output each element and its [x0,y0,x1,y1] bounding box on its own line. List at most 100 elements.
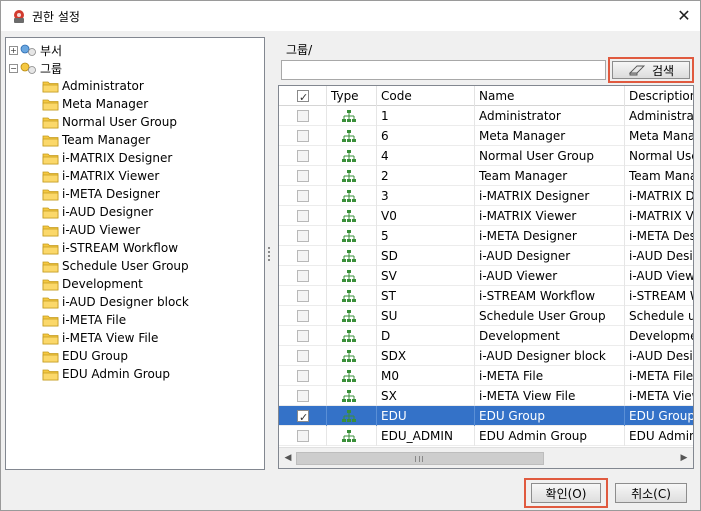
row-select-cell[interactable] [279,226,327,246]
table-row[interactable]: SXi-META View Filei-META View [279,386,693,406]
header-select-all[interactable] [279,86,327,106]
ok-button[interactable]: 확인(O) [531,483,601,503]
tree-node-dept[interactable]: + 부서 [9,41,62,59]
tree-item-group[interactable]: i-AUD Viewer [42,221,140,239]
row-checkbox[interactable] [297,190,309,202]
cancel-button[interactable]: 취소(C) [615,483,687,503]
row-checkbox[interactable] [297,350,309,362]
tree-item-group[interactable]: Administrator [42,77,144,95]
tree-item-group[interactable]: i-META File [42,311,126,329]
table-row[interactable]: V0i-MATRIX Vieweri-MATRIX Viewer [279,206,693,226]
tree-item-group[interactable]: i-AUD Designer [42,203,153,221]
row-select-cell[interactable] [279,286,327,306]
row-select-cell[interactable] [279,306,327,326]
row-checkbox[interactable] [297,390,309,402]
tree-item-group[interactable]: i-META Designer [42,185,160,203]
table-row[interactable]: 3i-MATRIX Designeri-MATRIX Designer [279,186,693,206]
search-button[interactable]: 검색 [612,61,690,79]
row-select-cell[interactable] [279,266,327,286]
tree-item-label: i-META File [62,313,127,327]
row-checkbox[interactable] [297,230,309,242]
tree-item-group[interactable]: EDU Admin Group [42,365,170,383]
search-input[interactable] [281,60,606,80]
description-cell: Team Manager [625,166,693,186]
tree-item-label: i-META View File [62,331,159,345]
row-select-cell[interactable] [279,406,327,426]
column-header-type[interactable]: Type [327,86,377,106]
row-checkbox[interactable] [297,290,309,302]
row-checkbox[interactable] [297,210,309,222]
column-header-description[interactable]: Description [625,86,693,106]
table-row[interactable]: M0 i-META File i-META File [279,366,693,386]
table-row[interactable]: 5i-META Designeri-META Designer [279,226,693,246]
table-row[interactable]: SVi-AUD Vieweri-AUD Viewer [279,266,693,286]
table-row[interactable]: 1AdministratorAdministrator [279,106,693,126]
table-row[interactable]: DDevelopmentDevelopment [279,326,693,346]
tree-item-label: EDU Admin Group [62,367,171,381]
row-checkbox[interactable] [297,310,309,322]
tree-item-group[interactable]: i-MATRIX Designer [42,149,172,167]
tree-item-group[interactable]: EDU Group [42,347,128,365]
table-row[interactable]: EDU_ADMIN EDU Admin Group EDU Admin [279,426,693,446]
tree-node-group[interactable]: − 그룹 [9,59,62,77]
expand-icon[interactable]: + [9,45,18,55]
close-button[interactable]: ✕ [672,4,696,28]
code-cell: SX [377,386,475,406]
table-row[interactable]: STi-STREAM Workflowi-STREAM Workflow [279,286,693,306]
table-row[interactable]: SDi-AUD Designeri-AUD Designer [279,246,693,266]
row-select-cell[interactable] [279,246,327,266]
column-header-name[interactable]: Name [475,86,625,106]
code-cell: 4 [377,146,475,166]
row-checkbox[interactable] [297,430,309,442]
table-row[interactable]: EDUEDU GroupEDU Group [279,406,693,426]
tree-item-group[interactable]: i-MATRIX Viewer [42,167,159,185]
row-checkbox[interactable] [297,130,309,142]
name-cell: EDU Admin Group [475,426,625,446]
tree-item-group[interactable]: Meta Manager [42,95,148,113]
tree-item-group[interactable]: i-META View File [42,329,158,347]
row-select-cell[interactable] [279,206,327,226]
row-checkbox[interactable] [297,250,309,262]
horizontal-scrollbar[interactable]: ◀ ▶ [279,447,693,468]
row-select-cell[interactable] [279,326,327,346]
org-chart-icon [342,370,356,382]
table-row[interactable]: SDXi-AUD Designer blocki-AUD Designer [279,346,693,366]
scroll-thumb[interactable] [296,452,544,465]
row-checkbox[interactable] [297,408,309,426]
row-select-cell[interactable] [279,186,327,206]
tree-item-group[interactable]: Normal User Group [42,113,177,131]
scroll-left-icon[interactable]: ◀ [281,451,295,465]
row-checkbox[interactable] [297,110,309,122]
tree-item-group[interactable]: Development [42,275,143,293]
tree-item-group[interactable]: i-AUD Designer block [42,293,189,311]
collapse-icon[interactable]: − [9,63,18,73]
description-cell: Development [625,326,693,346]
row-select-cell[interactable] [279,426,327,446]
table-row[interactable]: SUSchedule User GroupSchedule user [279,306,693,326]
row-checkbox[interactable] [297,170,309,182]
select-all-checkbox[interactable] [297,88,309,106]
tree-item-group[interactable]: Schedule User Group [42,257,189,275]
tree-item-group[interactable]: i-STREAM Workflow [42,239,178,257]
row-select-cell[interactable] [279,146,327,166]
code-cell: 6 [377,126,475,146]
name-cell: i-MATRIX Viewer [475,206,625,226]
row-select-cell[interactable] [279,106,327,126]
row-select-cell[interactable] [279,386,327,406]
row-select-cell[interactable] [279,126,327,146]
row-select-cell[interactable] [279,366,327,386]
tree-item-group[interactable]: Team Manager [42,131,150,149]
row-checkbox[interactable] [297,330,309,342]
table-row[interactable]: 6Meta ManagerMeta Manager [279,126,693,146]
row-select-cell[interactable] [279,346,327,366]
table-row[interactable]: 4Normal User GroupNormal User Group [279,146,693,166]
row-select-cell[interactable] [279,166,327,186]
row-checkbox[interactable] [297,270,309,282]
tree-item-label: Administrator [62,79,144,93]
column-header-code[interactable]: Code [377,86,475,106]
row-checkbox[interactable] [297,150,309,162]
row-checkbox[interactable] [297,370,309,382]
scroll-right-icon[interactable]: ▶ [677,451,691,465]
table-row[interactable]: 2Team ManagerTeam Manager [279,166,693,186]
tree-item-label: i-AUD Designer [62,205,154,219]
